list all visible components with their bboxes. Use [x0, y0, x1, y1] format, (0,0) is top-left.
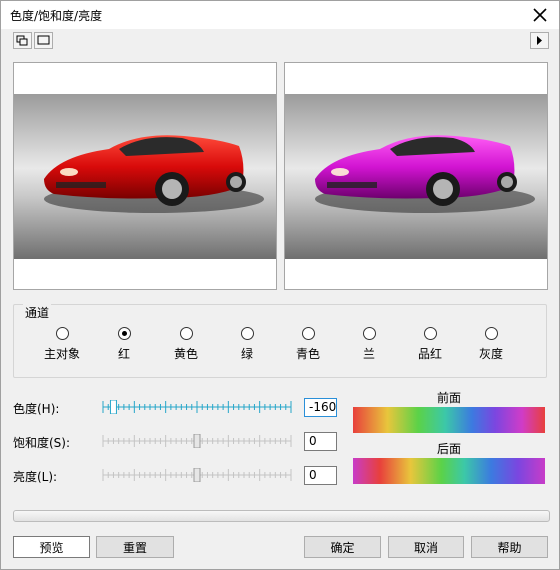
- after-color-gradient: [353, 458, 545, 484]
- channel-label: 品红: [417, 347, 442, 361]
- hue-value-field[interactable]: -160: [304, 398, 337, 417]
- lightness-slider[interactable]: [101, 468, 293, 482]
- channel-label: 兰: [362, 347, 375, 361]
- hue-slider[interactable]: [101, 400, 293, 414]
- adjusted-preview: [284, 62, 548, 290]
- channel-option-yellow[interactable]: 黄色: [151, 327, 221, 362]
- title-bar: 色度/饱和度/亮度: [1, 1, 559, 29]
- help-button[interactable]: 帮助: [471, 536, 548, 558]
- close-icon[interactable]: [529, 4, 551, 26]
- radio-green[interactable]: [240, 327, 254, 340]
- channel-label: 绿: [240, 347, 253, 361]
- window-title: 色度/饱和度/亮度: [10, 9, 103, 23]
- saturation-label: 饱和度(S):: [13, 436, 71, 450]
- radio-magenta[interactable]: [423, 327, 437, 340]
- reset-button[interactable]: 重置: [96, 536, 174, 558]
- before-color-gradient: [353, 407, 545, 433]
- split-view-icon: [16, 35, 28, 46]
- channel-label: 红: [117, 347, 130, 361]
- channel-option-blue[interactable]: 兰: [334, 327, 404, 362]
- channel-option-grayscale[interactable]: 灰度: [456, 327, 526, 362]
- channel-option-magenta[interactable]: 品红: [395, 327, 465, 362]
- split-view-button[interactable]: [13, 32, 32, 49]
- before-label: 前面: [436, 391, 461, 405]
- channel-group-title: 通道: [23, 304, 52, 321]
- adjusted-car-image: [285, 94, 547, 259]
- original-car-image: [14, 94, 276, 259]
- ok-button[interactable]: 确定: [304, 536, 381, 558]
- saturation-value-field[interactable]: 0: [304, 432, 337, 451]
- hue-label: 色度(H):: [13, 402, 60, 416]
- radio-red[interactable]: [117, 327, 131, 340]
- radio-yellow[interactable]: [179, 327, 193, 340]
- lightness-label: 亮度(L):: [13, 470, 58, 484]
- channel-option-red[interactable]: 红: [89, 327, 159, 362]
- channel-label: 主对象: [43, 347, 80, 361]
- after-label: 后面: [436, 442, 461, 456]
- slider-thumb[interactable]: [109, 400, 117, 414]
- triangle-right-icon: [537, 36, 542, 45]
- radio-master[interactable]: [55, 327, 69, 340]
- progress-bar: [13, 510, 550, 522]
- channel-label: 黄色: [173, 347, 198, 361]
- slider-thumb[interactable]: [193, 468, 201, 482]
- original-preview: [13, 62, 277, 290]
- radio-blue[interactable]: [362, 327, 376, 340]
- cancel-button[interactable]: 取消: [388, 536, 464, 558]
- channel-label: 灰度: [478, 347, 503, 361]
- radio-cyan[interactable]: [301, 327, 315, 340]
- single-view-button[interactable]: [34, 32, 53, 49]
- channel-label: 青色: [295, 347, 320, 361]
- saturation-slider[interactable]: [101, 434, 293, 448]
- hue-saturation-lightness-dialog: 色度/饱和度/亮度 通道 主对象 红 黄色 绿 青色 兰 品红 灰度 色度(H)…: [0, 0, 560, 570]
- channel-option-cyan[interactable]: 青色: [273, 327, 343, 362]
- expand-button[interactable]: [530, 32, 549, 49]
- channel-option-green[interactable]: 绿: [212, 327, 282, 362]
- lightness-value-field[interactable]: 0: [304, 466, 337, 485]
- single-view-icon: [37, 35, 50, 45]
- slider-thumb[interactable]: [193, 434, 201, 448]
- preview-button[interactable]: 预览: [13, 536, 90, 558]
- radio-grayscale[interactable]: [484, 327, 498, 340]
- channel-option-master[interactable]: 主对象: [27, 327, 97, 362]
